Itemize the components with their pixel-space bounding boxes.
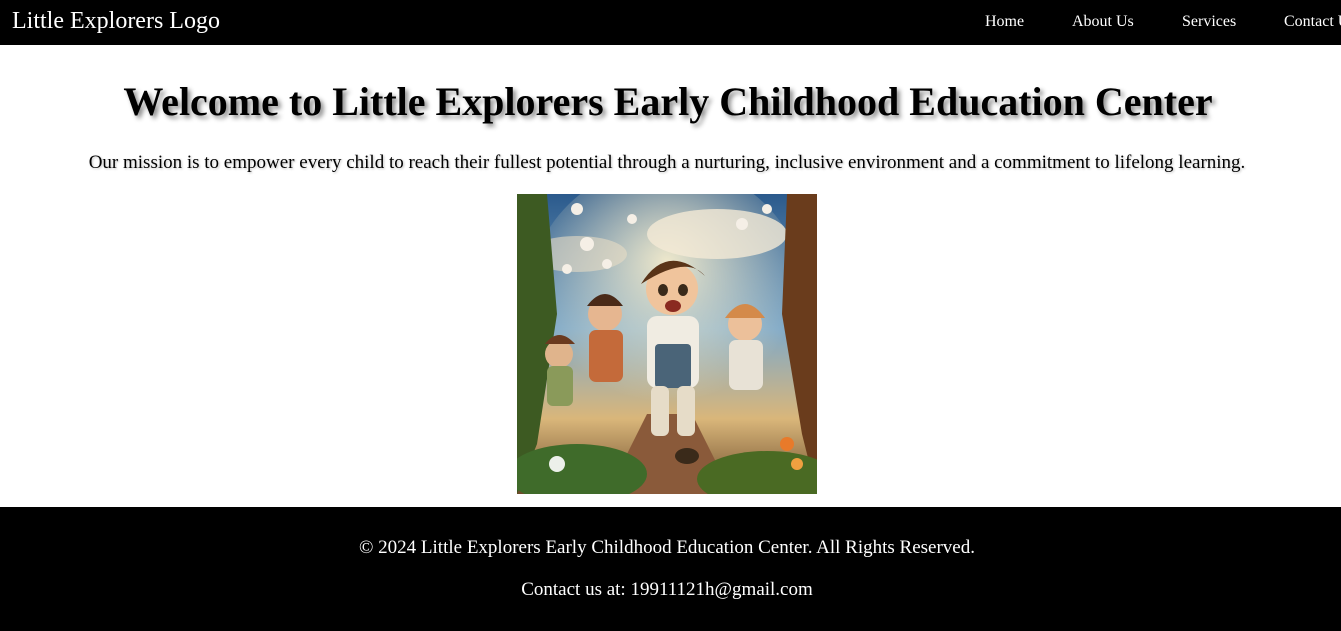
hero-image-children-running (517, 194, 817, 494)
footer: © 2024 Little Explorers Early Childhood … (0, 507, 1341, 631)
nav-link-about-us[interactable]: About Us (1072, 13, 1134, 31)
nav-link-services[interactable]: Services (1182, 13, 1236, 31)
page-title: Welcome to Little Explorers Early Childh… (123, 79, 1213, 124)
site-logo[interactable]: Little Explorers Logo (12, 7, 220, 35)
mission-statement: Our mission is to empower every child to… (88, 152, 1246, 173)
nav-link-home[interactable]: Home (985, 13, 1024, 31)
nav-link-contact-us[interactable]: Contact Us (1284, 13, 1341, 31)
navbar: Little Explorers Logo Home About Us Serv… (0, 0, 1341, 45)
footer-email-link[interactable]: 19911121h@gmail.com (630, 579, 812, 600)
footer-contact: Contact us at: 19911121h@gmail.com (0, 579, 1334, 601)
footer-copyright: © 2024 Little Explorers Early Childhood … (358, 537, 975, 558)
footer-contact-label: Contact us at: (521, 579, 631, 600)
